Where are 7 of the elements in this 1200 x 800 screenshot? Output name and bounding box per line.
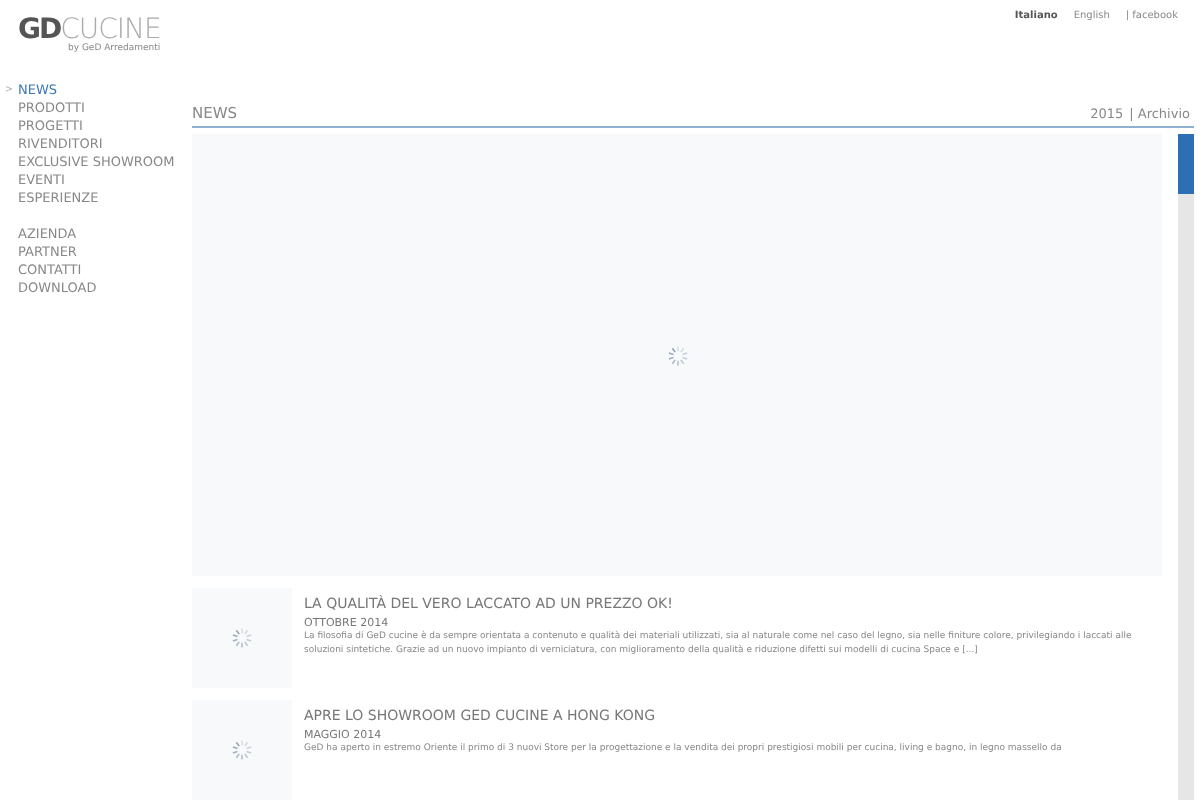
loading-spinner-icon — [230, 626, 254, 650]
logo-mark[interactable]: GD — [18, 16, 61, 44]
scrollbar-thumb[interactable] — [1178, 134, 1194, 194]
logo-wordmark[interactable]: CUCINE — [60, 16, 161, 44]
loading-spinner-icon — [665, 343, 689, 367]
scrollbar-track[interactable] — [1178, 134, 1194, 800]
loading-spinner-icon — [230, 738, 254, 762]
